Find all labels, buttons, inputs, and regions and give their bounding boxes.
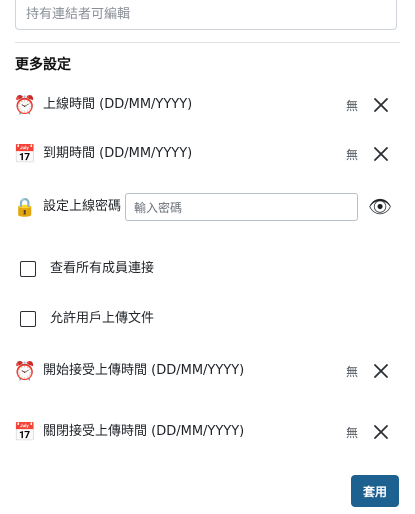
clear-expire-time-icon[interactable] (373, 146, 389, 162)
section-title: 更多設定 (15, 57, 71, 73)
eye-icon[interactable]: 👁 (368, 196, 392, 218)
online-time-label: 上線時間 (DD/MM/YYYY) (43, 97, 193, 112)
upload-start-label: 開始接受上傳時間 (DD/MM/YYYY) (43, 363, 245, 378)
online-time-value: 無 (346, 99, 359, 113)
apply-button[interactable]: 套用 (351, 475, 399, 507)
view-members-checkbox[interactable] (20, 261, 36, 277)
upload-end-value: 無 (346, 426, 359, 440)
alarm-clock-icon: ⏰ (13, 361, 37, 382)
clear-upload-end-icon[interactable] (373, 424, 389, 440)
calendar-icon: 📅 (13, 422, 37, 443)
allow-upload-checkbox[interactable] (20, 311, 36, 327)
upload-end-label: 關閉接受上傳時間 (DD/MM/YYYY) (43, 424, 245, 439)
section-divider (15, 42, 400, 43)
lock-icon: 🔒 (13, 197, 37, 218)
password-label: 設定上線密碼 (43, 199, 122, 214)
expire-time-label: 到期時間 (DD/MM/YYYY) (43, 146, 193, 161)
view-members-label: 查看所有成員連接 (50, 261, 155, 276)
allow-upload-label: 允許用戶上傳文件 (50, 311, 155, 326)
calendar-icon: 📅 (13, 144, 37, 165)
clear-upload-start-icon[interactable] (373, 363, 389, 379)
password-input[interactable]: 輸入密碼 (125, 193, 358, 221)
upload-start-value: 無 (346, 365, 359, 379)
clear-online-time-icon[interactable] (373, 97, 389, 113)
alarm-clock-icon: ⏰ (13, 95, 37, 116)
link-permission-field[interactable]: 持有連結者可編輯 (15, 0, 397, 30)
expire-time-value: 無 (346, 148, 359, 162)
